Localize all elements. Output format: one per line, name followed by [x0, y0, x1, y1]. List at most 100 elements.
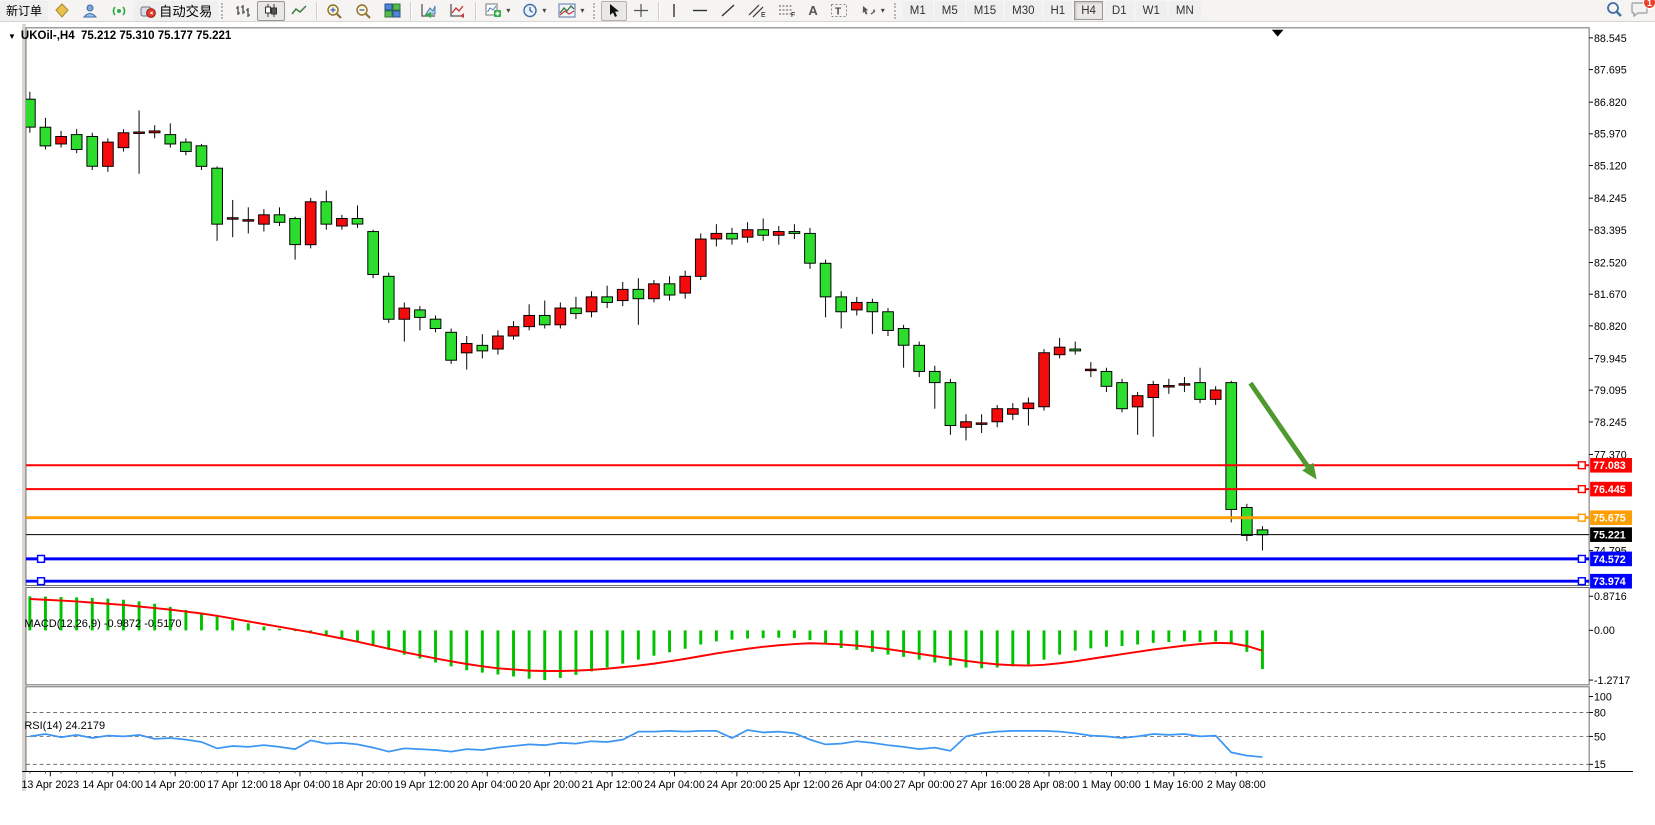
- svg-text:76.445: 76.445: [1593, 484, 1626, 496]
- svg-text:F: F: [791, 12, 795, 18]
- zoom-in-icon[interactable]: [320, 1, 349, 21]
- timeframe-m1[interactable]: M1: [903, 1, 933, 20]
- crosshair-tool-icon[interactable]: [627, 1, 655, 21]
- zoom-out-icon[interactable]: [349, 1, 378, 21]
- svg-text:0.00: 0.00: [1594, 625, 1615, 637]
- timeframe-group: M1M5M15M30H1H4D1W1MN: [902, 1, 1202, 20]
- chart-window[interactable]: 88.545 87.695 86.820 85.970 85.120 84.245 83.3…: [0, 22, 1655, 825]
- svg-text:80.820: 80.820: [1594, 321, 1627, 333]
- svg-text:20 Apr 20:00: 20 Apr 20:00: [519, 779, 580, 791]
- svg-text:14 Apr 04:00: 14 Apr 04:00: [82, 779, 143, 791]
- main-price-pane[interactable]: 88.545 87.695 86.820 85.970 85.120 84.245 83.3…: [25, 28, 1632, 589]
- text-tool-icon[interactable]: A: [802, 1, 823, 21]
- horizontal-line-tool-icon[interactable]: [686, 1, 714, 21]
- svg-text:88.545: 88.545: [1594, 33, 1627, 45]
- svg-text:77.083: 77.083: [1593, 460, 1626, 472]
- period-clock-button[interactable]: ▾: [516, 1, 552, 21]
- community-profile-icon[interactable]: [76, 1, 105, 21]
- fibonacci-tool-icon[interactable]: F: [772, 1, 802, 21]
- main-toolbar: 新订单 自动交易: [0, 0, 1655, 22]
- svg-text:18 Apr 04:00: 18 Apr 04:00: [270, 779, 331, 791]
- svg-text:24 Apr 04:00: 24 Apr 04:00: [644, 779, 705, 791]
- vertical-line-tool-icon[interactable]: [662, 1, 686, 21]
- svg-text:20 Apr 04:00: 20 Apr 04:00: [457, 779, 518, 791]
- chat-icon[interactable]: 1: [1631, 1, 1649, 20]
- svg-text:85.120: 85.120: [1594, 160, 1627, 172]
- svg-text:T: T: [835, 7, 841, 18]
- auto-trading-button[interactable]: 自动交易: [134, 1, 218, 21]
- svg-text:1 May 00:00: 1 May 00:00: [1082, 779, 1141, 791]
- timeframe-h1[interactable]: H1: [1044, 1, 1073, 20]
- quick-trade-collapse-icon[interactable]: ▼: [8, 32, 16, 41]
- toolbar-grip: [894, 3, 899, 19]
- line-chart-type-icon[interactable]: [285, 1, 313, 21]
- chart-canvas[interactable]: 88.545 87.695 86.820 85.970 85.120 84.245 83.3…: [0, 22, 1655, 825]
- timeframe-m30[interactable]: M30: [1005, 1, 1041, 20]
- cursor-tool-icon[interactable]: [601, 1, 627, 21]
- svg-text:13 Apr 2023: 13 Apr 2023: [21, 779, 79, 791]
- timeframe-d1[interactable]: D1: [1105, 1, 1134, 20]
- svg-text:75.221: 75.221: [1593, 530, 1626, 542]
- svg-text:86.820: 86.820: [1594, 97, 1627, 109]
- indicator-list-icon[interactable]: [443, 1, 472, 21]
- search-icon[interactable]: [1606, 1, 1623, 20]
- chevron-down-icon[interactable]: ▾: [542, 6, 546, 15]
- text-label-tool-icon[interactable]: T: [824, 1, 854, 21]
- tile-windows-icon[interactable]: [378, 1, 407, 21]
- signals-icon[interactable]: [105, 1, 134, 21]
- new-order-button[interactable]: 新订单: [0, 1, 48, 21]
- svg-text:2 May 08:00: 2 May 08:00: [1207, 779, 1266, 791]
- chevron-down-icon[interactable]: ▾: [506, 6, 510, 15]
- svg-text:-1.2717: -1.2717: [1594, 675, 1630, 687]
- svg-text:26 Apr 04:00: 26 Apr 04:00: [831, 779, 892, 791]
- metatrader-window: 新订单 自动交易: [0, 0, 1655, 825]
- chart-title: UKOil-,H4 75.212 75.310 75.177 75.221: [21, 30, 231, 42]
- rsi-pane[interactable]: 100 80 50 15: [26, 687, 1612, 772]
- svg-text:87.695: 87.695: [1594, 64, 1627, 76]
- svg-text:75.675: 75.675: [1593, 513, 1626, 525]
- chart-title-row: ▼ UKOil-,H4 75.212 75.310 75.177 75.221: [8, 30, 231, 42]
- bar-chart-type-icon[interactable]: [229, 1, 257, 21]
- chart-template-button[interactable]: ▾: [552, 1, 590, 21]
- timeframe-h4[interactable]: H4: [1074, 1, 1103, 20]
- macd-indicator-label: MACD(12,26,9) -0.9872 -0.5170: [6, 606, 182, 642]
- svg-text:1 May 16:00: 1 May 16:00: [1144, 779, 1203, 791]
- toolbar-grip: [221, 3, 226, 19]
- chat-unread-badge: 1: [1643, 0, 1655, 9]
- arrows-shapes-tool-icon[interactable]: ▾: [854, 1, 891, 21]
- svg-text:100: 100: [1594, 691, 1612, 703]
- svg-text:0.8716: 0.8716: [1594, 591, 1627, 603]
- svg-text:78.245: 78.245: [1594, 417, 1627, 429]
- mql5-diamond-icon[interactable]: [48, 1, 76, 21]
- timeframe-m5[interactable]: M5: [935, 1, 965, 20]
- strategy-tester-icon[interactable]: [414, 1, 443, 21]
- toolbar-grip: [593, 3, 598, 19]
- candlestick-type-icon[interactable]: [257, 1, 285, 21]
- svg-text:74.572: 74.572: [1593, 554, 1626, 566]
- timeframe-w1[interactable]: W1: [1136, 1, 1167, 20]
- macd-pane[interactable]: 0.8716 0.00 -1.2717: [26, 588, 1630, 687]
- svg-text:17 Apr 12:00: 17 Apr 12:00: [207, 779, 268, 791]
- svg-text:83.395: 83.395: [1594, 225, 1627, 237]
- chevron-down-icon[interactable]: ▾: [881, 6, 885, 15]
- svg-text:79.945: 79.945: [1594, 353, 1627, 365]
- equidistant-channel-tool-icon[interactable]: E: [742, 1, 772, 21]
- svg-text:15: 15: [1594, 759, 1606, 771]
- trendline-tool-icon[interactable]: [714, 1, 742, 21]
- timeframe-m15[interactable]: M15: [967, 1, 1003, 20]
- svg-text:50: 50: [1594, 731, 1606, 743]
- svg-text:21 Apr 12:00: 21 Apr 12:00: [582, 779, 643, 791]
- new-chart-button[interactable]: ▾: [479, 1, 516, 21]
- svg-text:79.095: 79.095: [1594, 385, 1627, 397]
- svg-text:E: E: [761, 12, 766, 18]
- svg-text:19 Apr 12:00: 19 Apr 12:00: [395, 779, 456, 791]
- svg-text:73.974: 73.974: [1593, 576, 1626, 588]
- svg-text:84.245: 84.245: [1594, 193, 1627, 205]
- window-left-border: [22, 24, 26, 791]
- svg-text:18 Apr 20:00: 18 Apr 20:00: [332, 779, 393, 791]
- svg-text:85.970: 85.970: [1594, 129, 1627, 141]
- svg-text:81.670: 81.670: [1594, 289, 1627, 301]
- svg-text:80: 80: [1594, 707, 1606, 719]
- chevron-down-icon[interactable]: ▾: [580, 6, 584, 15]
- timeframe-mn[interactable]: MN: [1169, 1, 1201, 20]
